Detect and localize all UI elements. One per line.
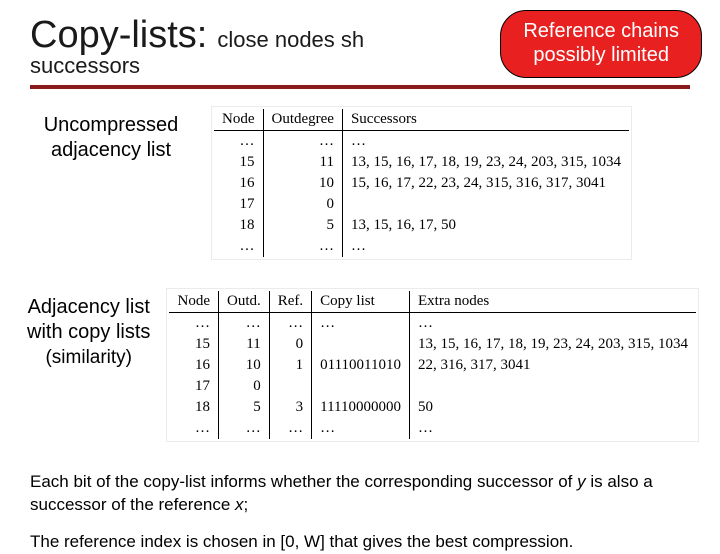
cell-succ: … [342, 131, 629, 153]
label-uncompressed: Uncompressed adjacency list [22, 107, 200, 163]
cell-extra: 22, 316, 317, 3041 [410, 355, 697, 376]
cell-ref: … [269, 313, 311, 335]
callout-line1: Reference chains [523, 19, 679, 43]
col-node: Node [214, 109, 263, 131]
table-row: ……… [214, 131, 629, 153]
cell-node: 15 [169, 334, 218, 355]
table-row: …………… [169, 418, 696, 439]
cell-copy [312, 334, 410, 355]
cell-out: 5 [218, 397, 269, 418]
cell-extra: 13, 15, 16, 17, 18, 19, 23, 24, 203, 315… [410, 334, 697, 355]
explanation-p1: Each bit of the copy-list informs whethe… [30, 471, 690, 517]
cell-copy: 01110011010 [312, 355, 410, 376]
cell-out: … [263, 236, 342, 257]
cell-node: … [214, 236, 263, 257]
table-header-row: Node Outd. Ref. Copy list Extra nodes [169, 291, 696, 313]
table-row: 161010111001101022, 316, 317, 3041 [169, 355, 696, 376]
cell-copy [312, 376, 410, 397]
cell-node: … [214, 131, 263, 153]
cell-node: 16 [214, 173, 263, 194]
cell-out: 0 [263, 194, 342, 215]
cell-out: 11 [218, 334, 269, 355]
table-row: 151113, 15, 16, 17, 18, 19, 23, 24, 203,… [214, 152, 629, 173]
cell-extra: 50 [410, 397, 697, 418]
cell-node: … [169, 313, 218, 335]
cell-out: … [218, 418, 269, 439]
table-header-row: Node Outdegree Successors [214, 109, 629, 131]
callout-line2: possibly limited [523, 43, 679, 67]
title-continuation: close nodes sh [217, 27, 364, 53]
table-row: 161015, 16, 17, 22, 23, 24, 315, 316, 31… [214, 173, 629, 194]
cell-node: 18 [214, 215, 263, 236]
section-uncompressed: Uncompressed adjacency list Node Outdegr… [22, 107, 698, 259]
cell-extra [410, 376, 697, 397]
table-row: …………… [169, 313, 696, 335]
cell-succ: 15, 16, 17, 22, 23, 24, 315, 316, 317, 3… [342, 173, 629, 194]
callout-badge: Reference chains possibly limited [500, 10, 702, 78]
table-row: 15110 13, 15, 16, 17, 18, 19, 23, 24, 203… [169, 334, 696, 355]
cell-node: 17 [169, 376, 218, 397]
cell-succ: 13, 15, 16, 17, 50 [342, 215, 629, 236]
cell-node: 15 [214, 152, 263, 173]
col-extra: Extra nodes [410, 291, 697, 313]
cell-succ [342, 194, 629, 215]
col-copylist: Copy list [312, 291, 410, 313]
cell-copy: 11110000000 [312, 397, 410, 418]
table-row: 170 [169, 376, 696, 397]
table-copylists: Node Outd. Ref. Copy list Extra nodes ……… [167, 289, 698, 441]
table-row: 170 [214, 194, 629, 215]
cell-succ: 13, 15, 16, 17, 18, 19, 23, 24, 203, 315… [342, 152, 629, 173]
explanation-text: Each bit of the copy-list informs whethe… [22, 471, 698, 554]
cell-ref: 1 [269, 355, 311, 376]
cell-ref: 3 [269, 397, 311, 418]
col-node: Node [169, 291, 218, 313]
cell-extra: … [410, 418, 697, 439]
cell-copy: … [312, 418, 410, 439]
cell-node: … [169, 418, 218, 439]
cell-succ: … [342, 236, 629, 257]
col-successors: Successors [342, 109, 629, 131]
col-outdegree: Outdegree [263, 109, 342, 131]
cell-out: … [218, 313, 269, 335]
cell-extra: … [410, 313, 697, 335]
cell-ref: … [269, 418, 311, 439]
cell-out: 10 [263, 173, 342, 194]
label-copylists: Adjacency list with copy lists (similari… [22, 289, 155, 370]
cell-out: 5 [263, 215, 342, 236]
cell-out: 11 [263, 152, 342, 173]
table-row: 18513, 15, 16, 17, 50 [214, 215, 629, 236]
label-similarity: (similarity) [45, 347, 132, 368]
col-ref: Ref. [269, 291, 311, 313]
table-row: ……… [214, 236, 629, 257]
title-main: Copy-lists: [30, 14, 207, 57]
table-uncompressed: Node Outdegree Successors ………151113, 15,… [212, 107, 631, 259]
cell-out: 10 [218, 355, 269, 376]
col-outd: Outd. [218, 291, 269, 313]
cell-ref [269, 376, 311, 397]
explanation-p2: The reference index is chosen in [0, W] … [30, 531, 690, 554]
cell-copy: … [312, 313, 410, 335]
cell-out: … [263, 131, 342, 153]
cell-node: 18 [169, 397, 218, 418]
cell-out: 0 [218, 376, 269, 397]
cell-ref: 0 [269, 334, 311, 355]
section-copylists: Adjacency list with copy lists (similari… [22, 289, 698, 441]
cell-node: 17 [214, 194, 263, 215]
table-row: 18531111000000050 [169, 397, 696, 418]
cell-node: 16 [169, 355, 218, 376]
